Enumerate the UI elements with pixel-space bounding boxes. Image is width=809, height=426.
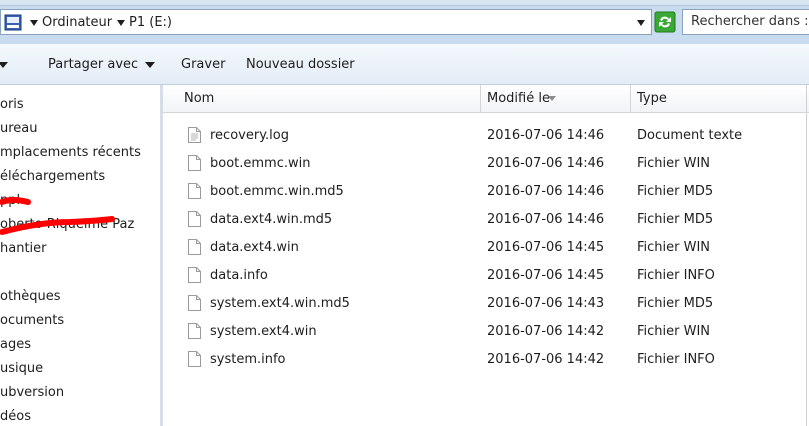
file-type: Fichier WIN: [637, 156, 711, 171]
text-file-icon: [188, 127, 201, 143]
file-name: boot.emmc.win: [210, 156, 311, 171]
window-top-edge: [0, 0, 809, 6]
file-date: 2016-07-06 14:46: [487, 184, 605, 199]
file-date: 2016-07-06 14:46: [487, 128, 605, 143]
organize-dropdown-icon[interactable]: [0, 62, 8, 68]
column-header-name[interactable]: Nom: [184, 91, 214, 106]
column-divider[interactable]: [630, 85, 631, 112]
breadcrumb-drive[interactable]: P1 (E:): [129, 14, 172, 32]
file-type: Fichier MD5: [637, 184, 714, 199]
nav-item-favorites[interactable]: oris: [0, 96, 24, 114]
nav-item-chantier[interactable]: hantier: [0, 240, 47, 258]
column-header-modified[interactable]: Modifié le: [487, 91, 550, 106]
file-name: system.ext4.win.md5: [210, 296, 350, 311]
nav-item-desktop[interactable]: ureau: [0, 120, 38, 138]
file-icon: [188, 183, 201, 199]
breadcrumb-computer[interactable]: Ordinateur: [42, 14, 112, 32]
file-type: Fichier MD5: [637, 212, 714, 227]
red-redaction-strokes: [0, 197, 115, 235]
file-icon: [188, 323, 201, 339]
file-type: Fichier WIN: [637, 240, 711, 255]
nav-item-subversion[interactable]: ubversion: [0, 384, 64, 402]
nav-item-music[interactable]: usique: [0, 360, 43, 378]
breadcrumb-root-chevron-icon[interactable]: [30, 20, 38, 26]
nav-item-recent-places[interactable]: mplacements récents: [0, 144, 141, 162]
file-date: 2016-07-06 14:46: [487, 212, 605, 227]
file-row[interactable]: recovery.log 2016-07-06 14:46 Document t…: [163, 121, 806, 149]
new-folder-button[interactable]: Nouveau dossier: [246, 56, 355, 74]
file-icon: [188, 351, 201, 367]
file-type: Document texte: [637, 128, 743, 143]
file-type: Fichier INFO: [637, 268, 715, 283]
file-date: 2016-07-06 14:43: [487, 296, 605, 311]
file-type: Fichier MD5: [637, 296, 714, 311]
file-date: 2016-07-06 14:45: [487, 268, 605, 283]
file-date: 2016-07-06 14:42: [487, 352, 605, 367]
share-dropdown-icon[interactable]: [145, 62, 155, 68]
file-row[interactable]: data.ext4.win.md5 2016-07-06 14:46 Fichi…: [163, 205, 806, 233]
burn-button[interactable]: Graver: [181, 56, 225, 74]
sort-descending-icon: [548, 96, 556, 101]
file-row[interactable]: data.ext4.win 2016-07-06 14:45 Fichier W…: [163, 233, 806, 261]
column-header-type[interactable]: Type: [637, 91, 667, 106]
file-name: system.ext4.win: [210, 324, 317, 339]
nav-item-images[interactable]: ages: [0, 336, 31, 354]
file-type: Fichier WIN: [637, 324, 711, 339]
refresh-icon[interactable]: [654, 11, 676, 33]
file-icon: [188, 211, 201, 227]
vertical-divider: [806, 85, 807, 426]
nav-item-downloads[interactable]: éléchargements: [0, 168, 105, 186]
file-name: data.info: [210, 268, 268, 283]
file-icon: [188, 239, 201, 255]
address-bar[interactable]: Ordinateur P1 (E:): [0, 9, 652, 35]
file-name: system.info: [210, 352, 286, 367]
file-row[interactable]: data.info 2016-07-06 14:45 Fichier INFO: [163, 261, 806, 289]
column-header-bar: Nom Modifié le Type: [163, 85, 809, 113]
file-row[interactable]: boot.emmc.win 2016-07-06 14:46 Fichier W…: [163, 149, 806, 177]
file-row[interactable]: boot.emmc.win.md5 2016-07-06 14:46 Fichi…: [163, 177, 806, 205]
address-history-dropdown-icon[interactable]: [637, 20, 645, 26]
navigation-pane: oris ureau mplacements récents élécharge…: [0, 85, 160, 426]
breadcrumb-separator-chevron-icon[interactable]: [117, 20, 125, 26]
search-placeholder: Rechercher dans : P: [691, 14, 809, 29]
file-name: boot.emmc.win.md5: [210, 184, 344, 199]
file-date: 2016-07-06 14:46: [487, 156, 605, 171]
file-row[interactable]: system.info 2016-07-06 14:42 Fichier INF…: [163, 345, 806, 373]
share-with-button[interactable]: Partager avec: [48, 56, 138, 74]
file-date: 2016-07-06 14:45: [487, 240, 605, 255]
column-divider[interactable]: [480, 85, 481, 112]
file-icon: [188, 267, 201, 283]
file-name: data.ext4.win: [210, 240, 299, 255]
file-icon: [188, 295, 201, 311]
file-name: recovery.log: [210, 128, 289, 143]
search-input[interactable]: Rechercher dans : P: [682, 9, 809, 35]
nav-item-libraries[interactable]: othèques: [0, 288, 61, 306]
file-name: data.ext4.win.md5: [210, 212, 333, 227]
nav-item-videos[interactable]: déos: [0, 408, 31, 426]
file-type: Fichier INFO: [637, 352, 715, 367]
file-icon: [188, 155, 201, 171]
file-date: 2016-07-06 14:42: [487, 324, 605, 339]
command-toolbar: Partager avec Graver Nouveau dossier: [0, 44, 809, 85]
nav-item-documents[interactable]: ocuments: [0, 312, 64, 330]
file-row[interactable]: system.ext4.win 2016-07-06 14:42 Fichier…: [163, 317, 806, 345]
drive-icon: [4, 14, 22, 31]
file-row[interactable]: system.ext4.win.md5 2016-07-06 14:43 Fic…: [163, 289, 806, 317]
